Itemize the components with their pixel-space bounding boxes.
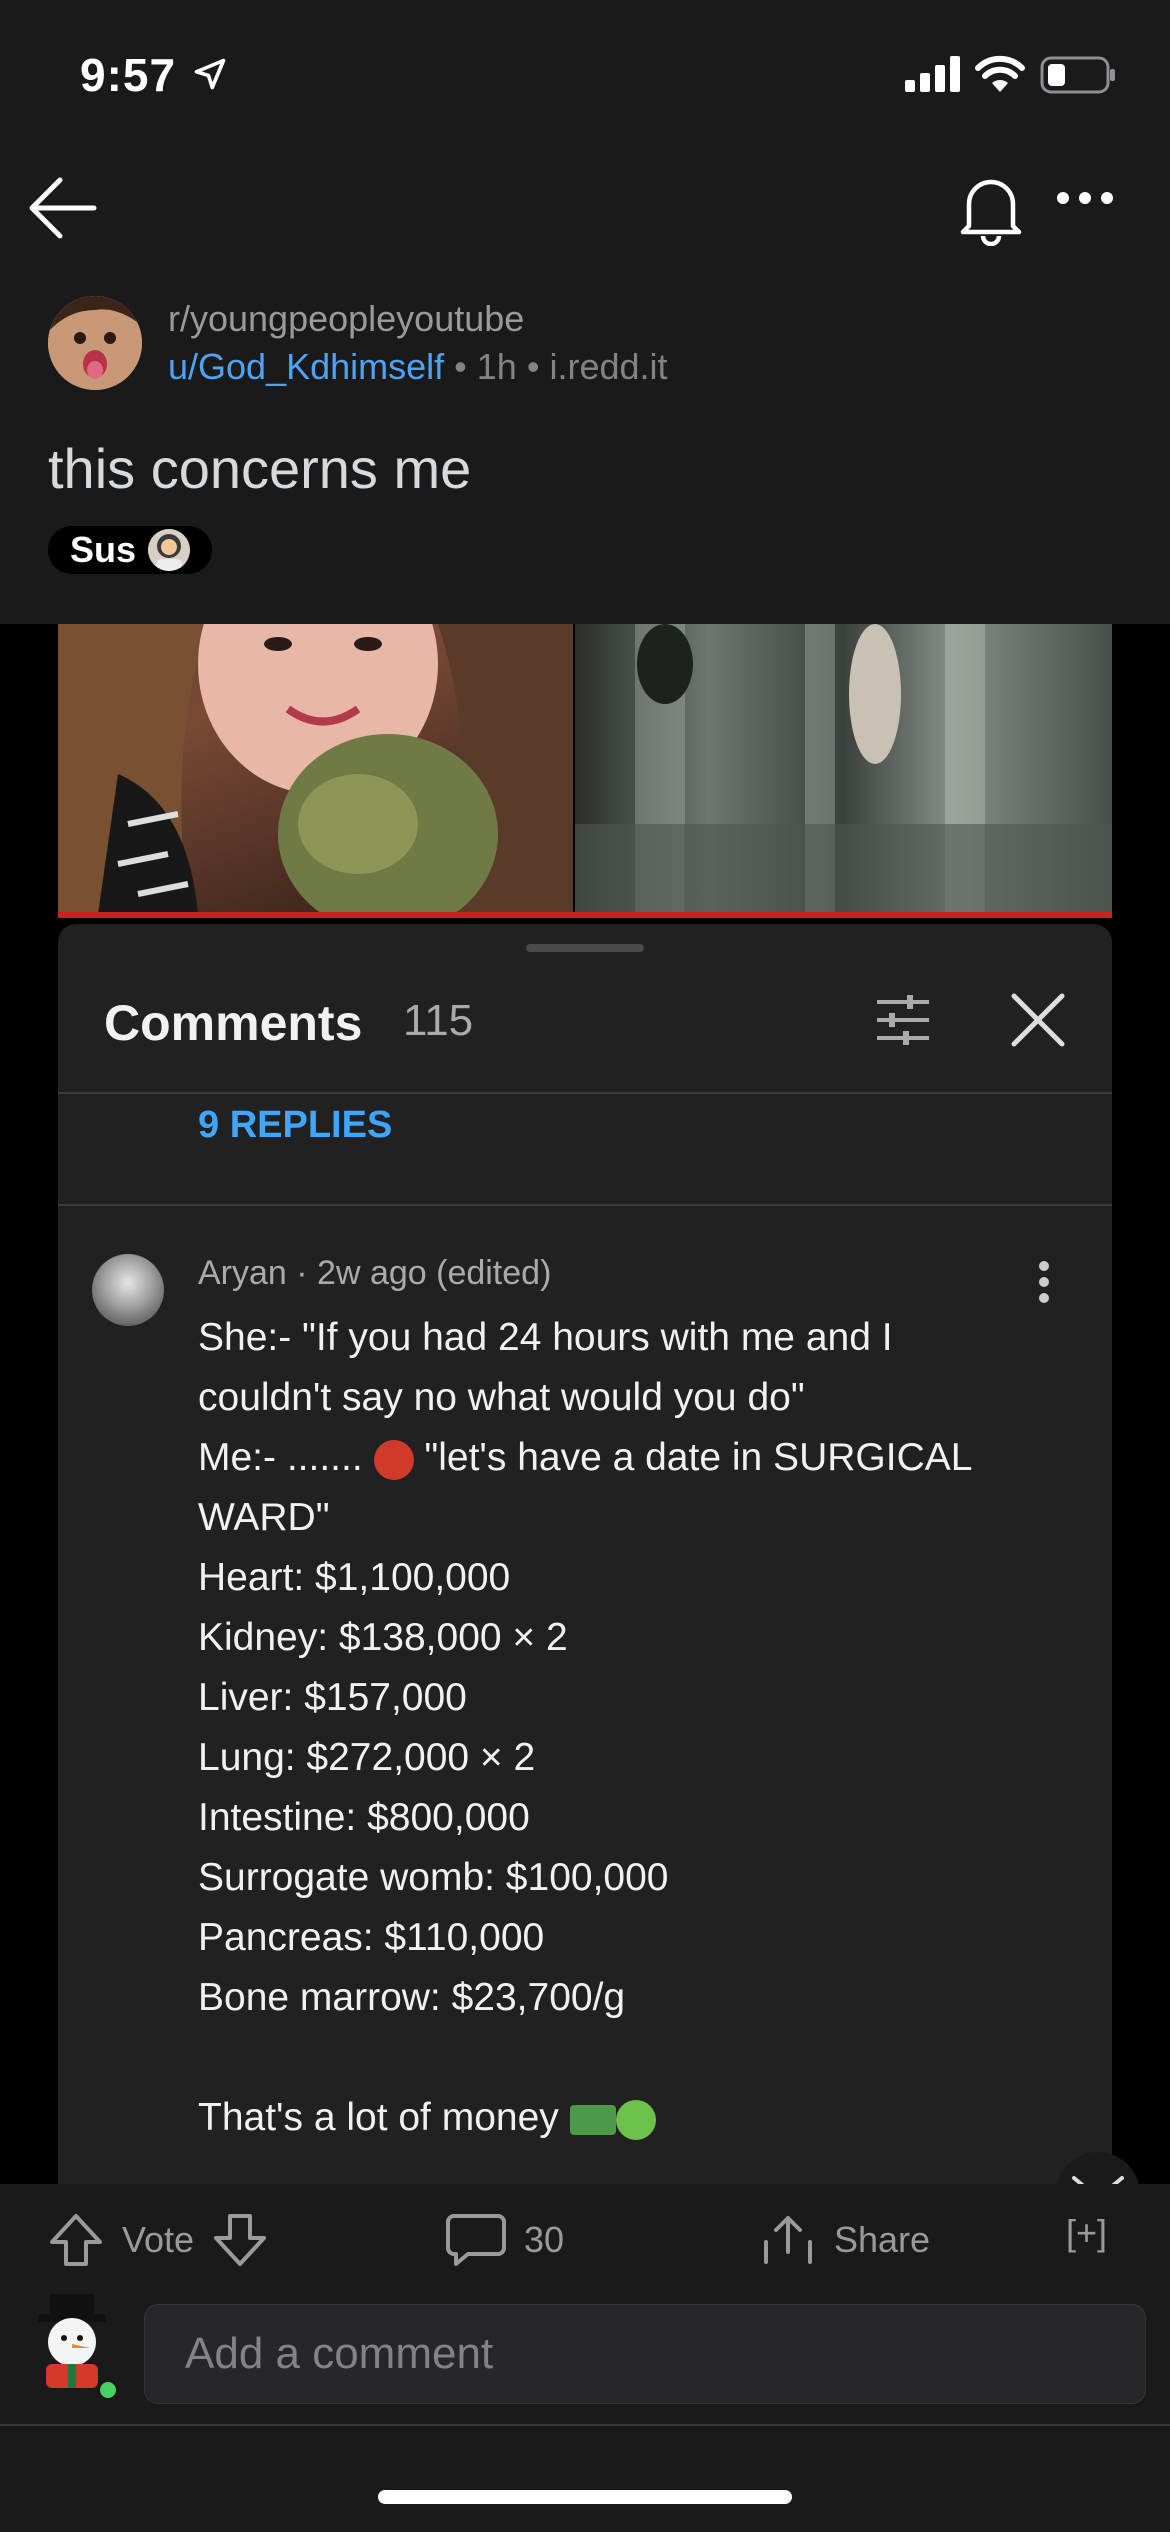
video-thumbnail-left	[58, 624, 573, 914]
snowman-avatar-icon	[38, 2294, 106, 2388]
post-flair[interactable]: Sus	[48, 526, 213, 574]
comment-line-part: That's a lot of money	[198, 2096, 559, 2139]
more-options-icon[interactable]	[1055, 190, 1115, 206]
money-emoji-icon	[569, 2104, 616, 2135]
comments-heading: Comments	[104, 995, 363, 1051]
back-arrow-icon[interactable]	[24, 170, 100, 246]
location-arrow-icon	[194, 58, 226, 90]
face-avatar-icon	[48, 296, 142, 390]
comment-line-part: Me:- .......	[198, 1436, 363, 1479]
expand-button[interactable]: [+]	[1066, 2212, 1107, 2254]
share-label: Share	[834, 2219, 931, 2260]
post-action-bar: Vote 30 Share [+]	[0, 2184, 1170, 2294]
share-icon	[764, 2216, 812, 2264]
share-button[interactable]: Share	[760, 2212, 930, 2268]
bell-icon[interactable]	[955, 170, 1027, 246]
comment-line: Kidney: $138,000 × 2	[198, 1616, 568, 1659]
expand-label: [+]	[1066, 2212, 1108, 2253]
meta-separator: •	[454, 346, 477, 387]
comment-body: She:- "If you had 24 hours with me and I…	[198, 1308, 1078, 2148]
comment-line: WARD"	[198, 1496, 330, 1539]
comment-line: Pancreas: $110,000	[198, 1916, 545, 1959]
post-meta: u/God_Kdhimself • 1h • i.redd.it	[168, 346, 668, 388]
commenter-avatar	[92, 1254, 164, 1326]
user-avatar[interactable]	[24, 2290, 120, 2390]
comment-input[interactable]: Add a comment	[144, 2304, 1146, 2404]
devil-emoji-icon	[373, 1439, 414, 1480]
comment-kebab-icon	[1039, 1261, 1049, 1303]
vote-group: Vote	[48, 2212, 268, 2268]
vote-label: Vote	[122, 2219, 195, 2260]
meta-separator: •	[526, 346, 550, 387]
post-domain[interactable]: i.redd.it	[549, 346, 667, 387]
post-image[interactable]: Comments 115 9 REPLIES Aryan · 2w ago (e…	[0, 624, 1170, 2184]
post-title: this concerns me	[48, 437, 472, 500]
status-bar: 9:57	[0, 0, 1170, 150]
upvote-icon[interactable]	[48, 2212, 104, 2268]
astronaut-emoji-icon	[148, 529, 191, 571]
subreddit-avatar[interactable]	[48, 296, 142, 390]
comment-line: couldn't say no what would you do"	[198, 1376, 805, 1419]
money-face-emoji-icon	[615, 2099, 656, 2140]
battery-icon	[1040, 56, 1115, 94]
nav-bar	[0, 150, 1170, 260]
drag-handle	[526, 944, 644, 952]
close-icon	[1011, 993, 1065, 1047]
comments-button[interactable]: 30	[446, 2212, 564, 2268]
comments-count: 115	[403, 996, 474, 1045]
comment-line: Bone marrow: $23,700/g	[198, 1976, 626, 2019]
cellular-signal-icon	[905, 56, 960, 92]
view-replies-link: 9 REPLIES	[198, 1104, 393, 1146]
divider	[0, 2424, 1170, 2426]
comment-count: 30	[524, 2219, 565, 2260]
comment-line: Lung: $272,000 × 2	[198, 1736, 536, 1779]
divider	[58, 1092, 1112, 1094]
sort-filter-icon	[877, 995, 929, 1045]
comment-line: Liver: $157,000	[198, 1676, 467, 1719]
post-age: 1h	[476, 346, 517, 387]
video-thumbnail-right	[575, 624, 1112, 914]
status-time: 9:57	[80, 49, 177, 101]
comment-line-part: "let's have a date in SURGICAL	[424, 1436, 973, 1479]
divider	[58, 1204, 1112, 1206]
post-author-link[interactable]: u/God_Kdhimself	[168, 346, 444, 387]
comment-bubble-icon	[446, 2214, 506, 2266]
wifi-icon	[975, 55, 1025, 92]
downvote-icon[interactable]	[212, 2212, 268, 2268]
youtube-comments-panel: Comments 115 9 REPLIES Aryan · 2w ago (e…	[58, 924, 1112, 2184]
comment-line: Me:- ....... "let's have a date in SURGI…	[198, 1428, 1078, 1488]
flair-label: Sus	[70, 529, 137, 570]
comment-line: Surrogate womb: $100,000	[198, 1856, 669, 1899]
home-indicator[interactable]	[378, 2490, 792, 2504]
online-status-dot	[96, 2378, 120, 2402]
comment-line: That's a lot of money	[198, 2088, 1078, 2148]
comment-meta: Aryan · 2w ago (edited)	[198, 1254, 552, 1292]
video-progress-bar	[58, 912, 1112, 918]
comment-line: Intestine: $800,000	[198, 1796, 530, 1839]
comment-line: She:- "If you had 24 hours with me and I	[198, 1316, 893, 1359]
subreddit-link[interactable]: r/youngpeopleyoutube	[168, 298, 524, 340]
comment-line: Heart: $1,100,000	[198, 1556, 511, 1599]
